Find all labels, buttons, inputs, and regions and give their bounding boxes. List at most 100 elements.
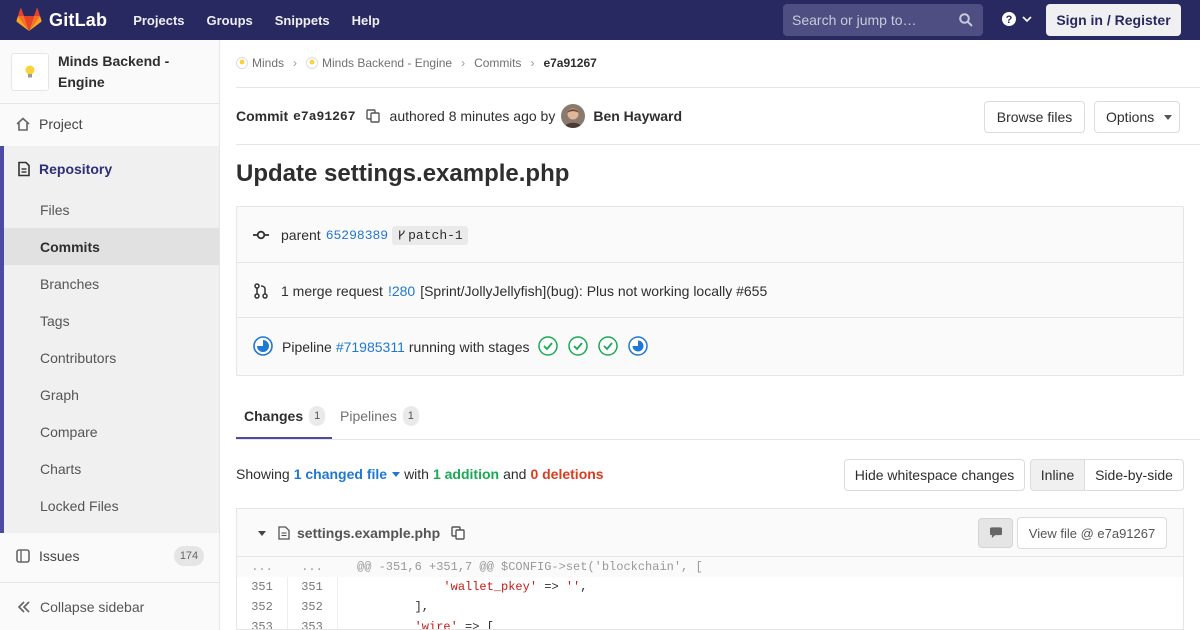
nav-links: Projects Groups Snippets Help: [133, 13, 402, 28]
author-avatar-image: [561, 104, 586, 128]
sidebar-item-contributors[interactable]: Contributors: [40, 350, 116, 366]
tab-count: 1: [309, 406, 326, 426]
inline-view-button[interactable]: Inline: [1030, 459, 1085, 491]
sidebar-item-files[interactable]: Files: [40, 202, 70, 218]
hunk-header: @@ -351,6 +351,7 @@ $CONFIG->set('blockc…: [357, 560, 703, 574]
nav-projects[interactable]: Projects: [133, 13, 184, 28]
new-line-number: ...: [301, 560, 323, 574]
old-line-number[interactable]: 353: [237, 620, 287, 629]
pipeline-stages: [538, 336, 658, 356]
copy-icon[interactable]: [451, 526, 465, 540]
code-text: =>: [537, 580, 566, 594]
sidebar-item-compare[interactable]: Compare: [40, 424, 98, 440]
sidebar-item-project[interactable]: Project: [0, 105, 219, 142]
code-string: 'wallet_pkey': [443, 580, 538, 594]
document-icon: [18, 161, 30, 176]
branch-tag[interactable]: patch-1: [392, 225, 468, 245]
parent-sha-link[interactable]: 65298389: [326, 228, 388, 243]
sidebar-item-branches[interactable]: Branches: [40, 276, 99, 292]
nav-help[interactable]: Help: [352, 13, 380, 28]
diff-line: 352 352 ],: [237, 597, 1183, 617]
search-placeholder: Search or jump to…: [792, 12, 917, 28]
options-dropdown[interactable]: Options: [1094, 101, 1180, 133]
branch-name: patch-1: [408, 227, 463, 243]
sidebar-item-locked-files[interactable]: Locked Files: [40, 498, 119, 514]
commit-icon: [253, 230, 269, 240]
sidebar-item-tags[interactable]: Tags: [40, 313, 70, 329]
new-line-number[interactable]: 353: [287, 620, 337, 629]
gitlab-logo[interactable]: GitLab: [16, 8, 107, 32]
nav-snippets[interactable]: Snippets: [275, 13, 330, 28]
code-string: '': [565, 580, 581, 594]
new-line-number[interactable]: 352: [287, 600, 337, 614]
home-icon: [16, 116, 30, 131]
stage-running-icon[interactable]: [628, 336, 648, 356]
view-file-button[interactable]: View file @ e7a91267: [1017, 517, 1167, 549]
merge-request-link[interactable]: !280: [388, 283, 415, 299]
nav-groups[interactable]: Groups: [207, 13, 253, 28]
search-input[interactable]: Search or jump to…: [783, 4, 983, 36]
issues-count-badge: 174: [174, 545, 204, 566]
copy-icon[interactable]: [365, 109, 380, 123]
browse-files-button[interactable]: Browse files: [984, 101, 1085, 133]
collapse-sidebar-button[interactable]: Collapse sidebar: [0, 582, 219, 630]
active-item-highlight: [4, 228, 219, 265]
commit-title: Update settings.example.php: [236, 160, 570, 187]
sidebar-item-repository[interactable]: Repository: [0, 150, 219, 187]
breadcrumb-item-minds[interactable]: Minds: [236, 56, 284, 70]
old-line-number[interactable]: 352: [237, 600, 287, 614]
double-chevron-left-icon: [17, 600, 30, 613]
parent-label: parent: [281, 227, 321, 243]
avatar[interactable]: [561, 104, 586, 128]
side-by-side-button[interactable]: Side-by-side: [1084, 459, 1184, 491]
sidebar-item-issues[interactable]: Issues 174: [0, 537, 219, 574]
divider: [237, 317, 1183, 318]
tab-pipelines[interactable]: Pipelines 1: [340, 406, 419, 426]
sidebar-item-commits[interactable]: Commits: [40, 239, 100, 255]
merge-request-icon: [254, 283, 268, 299]
sidebar-item-graph[interactable]: Graph: [40, 387, 79, 403]
file-name[interactable]: settings.example.php: [297, 525, 440, 541]
project-name: Minds Backend - Engine: [58, 52, 170, 90]
caret-down-icon: [1164, 114, 1173, 120]
pipeline-status-text: running with stages: [408, 339, 530, 355]
chevron-down-icon[interactable]: [258, 530, 266, 536]
stage-passed-icon[interactable]: [538, 336, 558, 356]
tab-count: 1: [402, 406, 419, 426]
tab-changes[interactable]: Changes 1: [244, 406, 326, 426]
pipeline-link[interactable]: #71985311: [336, 339, 405, 355]
commit-info-box: parent 65298389 patch-1 1 merge request …: [236, 206, 1184, 376]
diff-line: 353 353 'wire' => [: [237, 617, 1183, 630]
breadcrumb-text: Minds: [252, 56, 285, 70]
project-header[interactable]: Minds Backend - Engine: [0, 40, 219, 104]
pipeline-row: Pipeline #71985311 running with stages: [237, 333, 1183, 359]
breadcrumb-item-commits[interactable]: Commits: [474, 56, 521, 70]
stage-passed-icon[interactable]: [568, 336, 588, 356]
sign-in-button[interactable]: Sign in / Register: [1046, 4, 1181, 36]
code-string: 'wire': [414, 620, 458, 630]
diff-hunk-row: ... ... @@ -351,6 +351,7 @@ $CONFIG->set…: [237, 557, 1183, 577]
commit-sha: e7a91267: [293, 108, 356, 124]
and-label: and: [503, 466, 527, 482]
help-dropdown[interactable]: ?: [1001, 11, 1032, 27]
chevron-right-icon: ›: [530, 56, 535, 70]
comment-toggle-button[interactable]: [978, 518, 1013, 548]
breadcrumb-text: Minds Backend - Engine: [322, 56, 453, 70]
collapse-label: Collapse sidebar: [40, 598, 145, 615]
sidebar-item-charts[interactable]: Charts: [40, 461, 81, 477]
lightbulb-icon: [25, 65, 35, 77]
author-name[interactable]: Ben Hayward: [593, 108, 682, 124]
chevron-right-icon: ›: [461, 56, 466, 70]
changed-files-dropdown[interactable]: 1 changed file: [294, 466, 387, 482]
hide-whitespace-button[interactable]: Hide whitespace changes: [844, 459, 1025, 491]
new-line-number[interactable]: 351: [287, 580, 337, 594]
old-line-number[interactable]: 351: [237, 580, 287, 594]
breadcrumb-item-project[interactable]: Minds Backend - Engine: [306, 56, 452, 70]
stage-passed-icon[interactable]: [598, 336, 618, 356]
sidebar: Minds Backend - Engine Project Repositor…: [0, 40, 220, 630]
breadcrumb-current[interactable]: e7a91267: [543, 56, 596, 70]
pipeline-running-icon[interactable]: [253, 336, 273, 356]
showing-label: Showing: [236, 466, 290, 482]
